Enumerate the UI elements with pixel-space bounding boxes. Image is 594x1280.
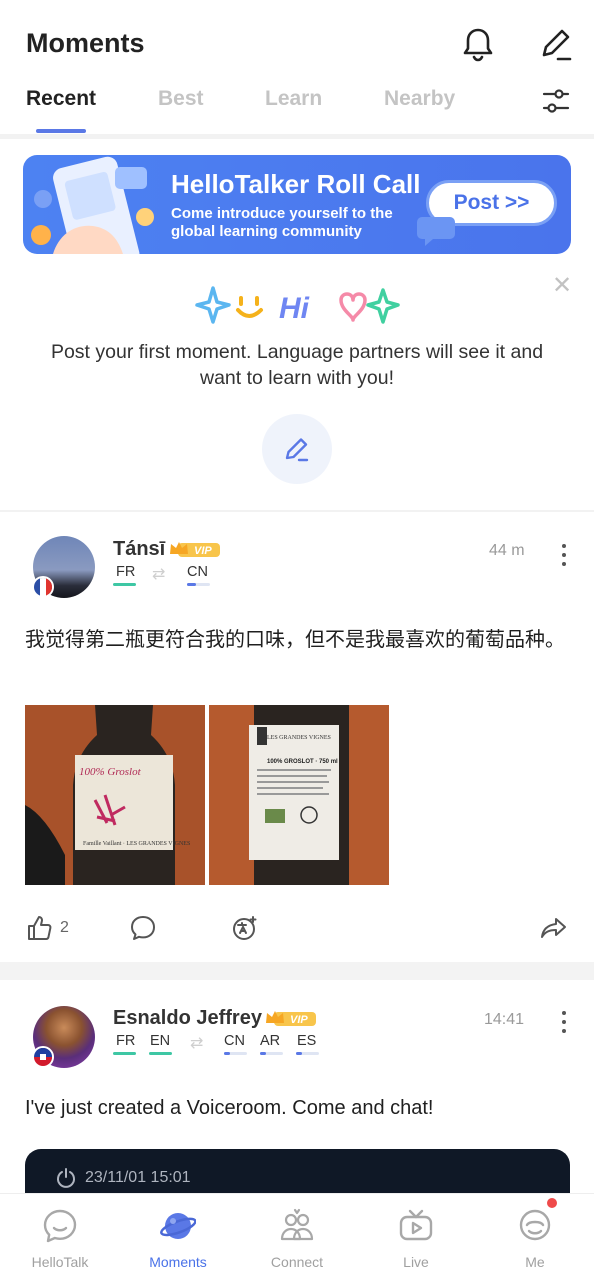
share-button[interactable] (540, 916, 568, 940)
filter-icon[interactable] (539, 84, 573, 118)
tab-best[interactable]: Best (158, 87, 204, 111)
native-language: FR (116, 564, 136, 580)
nav-label: Live (403, 1254, 429, 1270)
native-language-bar (113, 583, 136, 586)
post-text: 我觉得第二瓶更符合我的口味，但不是我最喜欢的葡萄品种。 (25, 629, 565, 651)
nav-hellotalk[interactable]: HelloTalk (1, 1194, 119, 1280)
power-icon (57, 1168, 75, 1188)
chat-bubble-decoration-icon (417, 217, 455, 246)
tab-recent[interactable]: Recent (26, 87, 96, 111)
notification-dot (545, 1196, 559, 1210)
nav-label: Moments (149, 1254, 207, 1270)
post-text: I've just created a Voiceroom. Come and … (25, 1097, 434, 1119)
native-language: FR (116, 1033, 136, 1049)
like-button[interactable]: 2 (26, 914, 69, 942)
thumbs-up-icon (28, 916, 52, 940)
native-language-bar (113, 1052, 136, 1055)
pencil-icon (285, 438, 309, 462)
svg-text:VIP: VIP (290, 1014, 308, 1026)
banner-subtitle: Come introduce yourself to the global le… (171, 205, 393, 240)
bell-icon[interactable] (456, 22, 500, 66)
create-moment-button[interactable] (262, 414, 332, 484)
prompt-message: Post your first moment. Language partner… (50, 341, 544, 389)
planet-icon (160, 1213, 196, 1239)
nav-label: Connect (270, 1254, 324, 1270)
moment-post: Tánsī VIP 44 m FR ⇄ CN 我觉得第二瓶更符合我的口味，但不是… (0, 512, 594, 962)
learning-language: CN (187, 564, 208, 580)
share-icon (541, 918, 566, 938)
roll-call-banner[interactable]: HelloTalker Roll Call Come introduce you… (23, 155, 571, 254)
tab-nearby[interactable]: Nearby (384, 87, 455, 111)
tab-learn[interactable]: Learn (265, 87, 322, 111)
translate-icon (233, 916, 257, 940)
learning-language-bar (260, 1052, 283, 1055)
svg-text:LES GRANDES VIGNES: LES GRANDES VIGNES (267, 735, 331, 741)
post-time: 14:41 (484, 1011, 525, 1028)
more-options-icon[interactable] (555, 1009, 573, 1035)
svg-text:100% GROSLOT · 750 ml: 100% GROSLOT · 750 ml (267, 759, 338, 765)
compose-icon[interactable] (534, 22, 578, 66)
username[interactable]: Tánsī (113, 538, 165, 561)
nav-moments[interactable]: Moments (119, 1194, 237, 1280)
post-photo[interactable]: LES GRANDES VIGNES 100% GROSLOT · 750 ml (209, 705, 389, 885)
comment-icon (131, 916, 155, 940)
banner-title: HelloTalker Roll Call (171, 169, 421, 199)
username[interactable]: Esnaldo Jeffrey (113, 1007, 262, 1030)
page-title: Moments (26, 28, 145, 58)
voiceroom-time: 23/11/01 15:01 (85, 1169, 191, 1186)
haiti-flag-icon (32, 1046, 54, 1068)
people-icon (280, 1208, 314, 1241)
phone-illustration (31, 156, 154, 254)
nav-live[interactable]: Live (357, 1194, 475, 1280)
language-exchange-icon: ⇄ (152, 566, 166, 583)
header: Moments Recent Best Learn Nearby (0, 0, 594, 139)
comment-button[interactable] (129, 914, 157, 942)
svg-text:Famille Vaillant · LES GRANDES: Famille Vaillant · LES GRANDES VIGNES (83, 841, 190, 847)
bottom-navigation: HelloTalk Moments Connect Live Me (0, 1193, 594, 1280)
learning-language-bar (187, 583, 210, 586)
france-flag-icon (32, 576, 54, 598)
nav-label: Me (525, 1254, 545, 1270)
post-photo[interactable]: 100% Groslot Famille Vaillant · LES GRAN… (25, 705, 205, 885)
active-tab-indicator (36, 129, 86, 133)
nav-me[interactable]: Me (476, 1194, 594, 1280)
post-separator (0, 962, 594, 980)
native-language-bar (149, 1052, 172, 1055)
profile-face-icon (519, 1209, 551, 1241)
first-moment-prompt: ✕ Hi Post your first moment. Language pa… (0, 264, 594, 510)
close-icon[interactable]: ✕ (548, 272, 576, 300)
vip-badge: VIP (266, 1011, 316, 1026)
native-language: EN (150, 1033, 171, 1049)
tab-bar: Recent Best Learn Nearby (0, 82, 594, 134)
learning-language-bar (224, 1052, 247, 1055)
chat-bubble-icon (43, 1209, 77, 1243)
learning-language: CN (224, 1033, 245, 1049)
learning-language-bar (296, 1052, 319, 1055)
learning-language: AR (260, 1033, 281, 1049)
learning-language: ES (297, 1033, 317, 1049)
header-divider (0, 134, 594, 139)
like-count: 2 (60, 919, 69, 936)
svg-text:100% Groslot: 100% Groslot (79, 766, 142, 778)
hi-sticker-icon: Hi (195, 286, 400, 325)
more-options-icon[interactable] (555, 542, 573, 568)
hi-text: Hi (279, 292, 310, 325)
vip-badge: VIP (170, 542, 220, 557)
post-time: 44 m (489, 542, 525, 559)
language-exchange-icon: ⇄ (190, 1035, 204, 1052)
svg-text:VIP: VIP (194, 545, 212, 557)
translate-button[interactable] (231, 914, 259, 942)
nav-label: HelloTalk (31, 1254, 89, 1270)
tv-icon (399, 1209, 433, 1241)
nav-connect[interactable]: Connect (238, 1194, 356, 1280)
